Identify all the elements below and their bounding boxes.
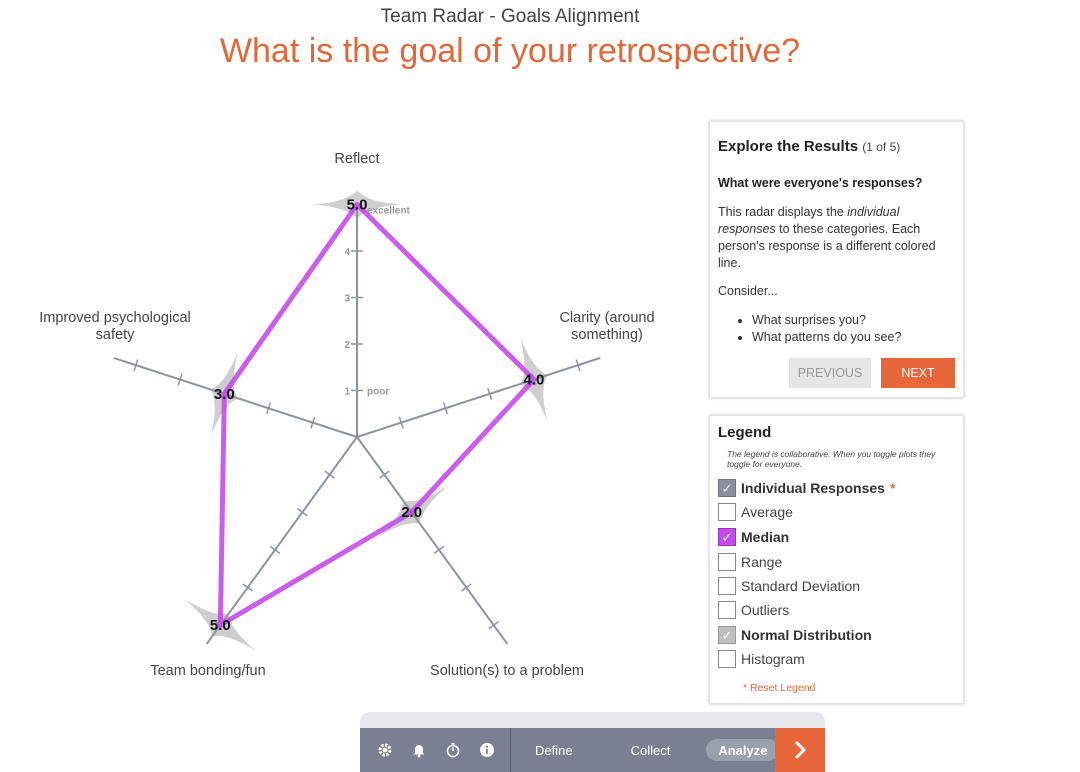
value-label: 5.0 xyxy=(347,197,368,214)
checkbox[interactable] xyxy=(718,577,736,595)
next-button[interactable]: NEXT xyxy=(881,358,955,388)
checkbox-checked[interactable]: ✓ xyxy=(718,528,736,546)
axis-tick xyxy=(379,470,390,479)
checkbox[interactable] xyxy=(718,601,736,619)
radar-axis xyxy=(356,436,509,645)
explore-results-panel: Explore the Results (1 of 5) What were e… xyxy=(709,121,964,398)
checkbox[interactable] xyxy=(718,650,736,668)
checkbox[interactable] xyxy=(718,503,736,521)
axis-label: Improved psychological safety xyxy=(39,310,191,343)
legend-item-label: Outliers xyxy=(741,602,790,618)
tab-define[interactable]: Define xyxy=(523,739,585,761)
radar-chart: 1234poorexcellent5.04.02.05.03.0ReflectC… xyxy=(39,151,654,679)
reset-legend-link[interactable]: * Reset Legend xyxy=(743,682,815,694)
toolbar-divider xyxy=(510,728,511,772)
explore-bullets: What surprises you? What patterns do you… xyxy=(734,312,901,346)
chevron-right-icon[interactable] xyxy=(775,728,825,772)
explore-count: (1 of 5) xyxy=(862,140,901,154)
gear-icon[interactable] xyxy=(368,742,402,758)
legend-item[interactable]: Outliers xyxy=(718,600,789,620)
radar-axis xyxy=(113,357,358,438)
axis-label: Team bonding/fun xyxy=(150,663,265,679)
legend-note: The legend is collaborative. When you to… xyxy=(727,449,936,469)
legend-item[interactable]: Histogram xyxy=(718,649,805,669)
legend-item-label: Average xyxy=(741,504,793,520)
checkbox-checked[interactable]: ✓ xyxy=(718,479,736,497)
tab-collect[interactable]: Collect xyxy=(619,739,683,761)
axis-label: Reflect xyxy=(334,151,379,167)
scale-low-label: poor xyxy=(367,387,389,398)
scale-tick-label: 4 xyxy=(344,247,350,258)
scale-tick-label: 1 xyxy=(344,387,350,398)
stopwatch-icon[interactable] xyxy=(436,742,470,758)
legend-item-label: Range xyxy=(741,554,783,570)
value-label: 3.0 xyxy=(214,386,235,403)
explore-bullet: What patterns do you see? xyxy=(752,329,901,346)
legend-item[interactable]: Range xyxy=(718,552,782,572)
legend-panel: Legend The legend is collaborative. When… xyxy=(709,415,964,704)
legend-item-label: Normal Distribution xyxy=(741,627,872,643)
value-label: 2.0 xyxy=(401,504,422,521)
legend-item[interactable]: ✓ Normal Distribution xyxy=(718,625,872,645)
legend-item-label: Individual Responses xyxy=(741,480,885,496)
radar-axis xyxy=(205,436,358,645)
legend-title: Legend xyxy=(718,424,772,441)
axis-tick xyxy=(324,470,335,479)
checkbox-checked[interactable]: ✓ xyxy=(718,626,736,644)
axis-tick xyxy=(242,583,253,592)
checkbox[interactable] xyxy=(718,553,736,571)
explore-consider: Consider... xyxy=(718,284,778,298)
axis-tick xyxy=(488,620,499,630)
explore-body: This radar displays the individual respo… xyxy=(718,205,936,270)
value-label: 5.0 xyxy=(210,617,231,634)
explore-bullet: What surprises you? xyxy=(752,312,901,329)
value-label: 4.0 xyxy=(523,372,544,389)
axis-tick xyxy=(297,508,308,517)
previous-button[interactable]: PREVIOUS xyxy=(789,358,871,388)
info-icon[interactable] xyxy=(470,742,504,758)
axis-label: Clarity (around something) xyxy=(559,310,654,343)
legend-item-label: Standard Deviation xyxy=(741,578,861,594)
toolbar: Define Collect Analyze xyxy=(360,728,825,772)
legend-item-label: Median xyxy=(741,529,790,545)
legend-item[interactable]: Average xyxy=(718,502,793,522)
axis-tick xyxy=(269,545,281,554)
tab-analyze[interactable]: Analyze xyxy=(706,739,780,761)
scale-high-label: excellent xyxy=(367,206,410,217)
legend-item[interactable]: ✓ Median xyxy=(718,527,789,547)
axis-tick xyxy=(461,583,472,592)
scale-tick-label: 3 xyxy=(344,294,350,305)
axis-tick xyxy=(433,545,445,554)
legend-item[interactable]: ✓ Individual Responses * xyxy=(718,478,895,498)
legend-item-label: Histogram xyxy=(741,651,805,667)
axis-label: Solution(s) to a problem xyxy=(430,663,584,679)
required-star: * xyxy=(889,480,896,496)
explore-heading: Explore the Results (1 of 5) xyxy=(718,138,901,155)
scale-tick-label: 2 xyxy=(344,340,350,351)
bell-icon[interactable] xyxy=(402,742,436,758)
page-title: What is the goal of your retrospective? xyxy=(219,32,801,70)
radar-axis xyxy=(356,357,601,438)
explore-question: What were everyone's responses? xyxy=(718,176,923,190)
legend-item[interactable]: Standard Deviation xyxy=(718,576,860,596)
page-subtitle: Team Radar - Goals Alignment xyxy=(380,6,640,27)
